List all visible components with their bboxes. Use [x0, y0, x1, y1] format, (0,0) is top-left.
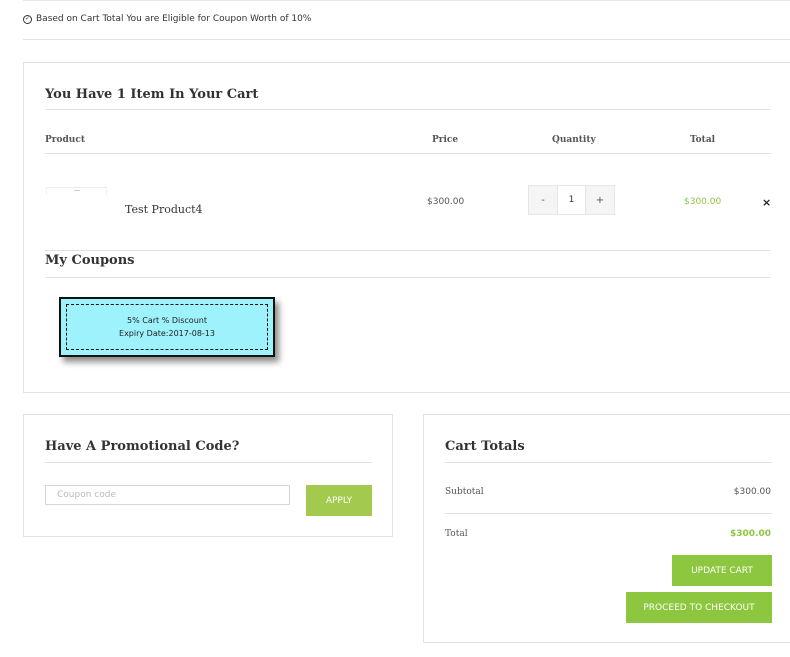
quantity-decrease-button[interactable]: - — [529, 186, 557, 214]
check-circle-icon: ✓ — [23, 14, 32, 24]
promo-title-divider — [45, 462, 372, 463]
top-divider — [23, 0, 790, 1]
coupon-eligibility-notice: ✓ Based on Cart Total You are Eligible f… — [23, 14, 311, 24]
subtotal-value: $300.00 — [733, 487, 771, 497]
product-line-total: $300.00 — [684, 197, 722, 207]
cart-title-divider — [45, 109, 771, 110]
subtotal-divider — [445, 513, 772, 514]
notice-text: Based on Cart Total You are Eligible for… — [36, 14, 312, 24]
cart-totals-panel: Cart Totals Subtotal $300.00 Total $300.… — [423, 414, 790, 643]
quantity-stepper: - 1 + — [528, 185, 615, 215]
product-thumbnail[interactable] — [46, 187, 107, 195]
coupon-code-input[interactable] — [45, 485, 290, 505]
product-name-link[interactable]: Test Product4 — [125, 203, 203, 216]
update-cart-button[interactable]: UPDATE CART — [672, 555, 772, 586]
subtotal-label: Subtotal — [445, 487, 484, 497]
product-price: $300.00 — [427, 197, 465, 207]
remove-item-icon[interactable]: × — [762, 196, 771, 209]
coupon-card[interactable]: 5% Cart % Discount Expiry Date:2017-08-1… — [59, 297, 275, 357]
total-value: $300.00 — [730, 529, 771, 539]
notice-divider — [23, 39, 790, 40]
column-header-quantity: Quantity — [552, 135, 596, 145]
total-label: Total — [445, 529, 468, 539]
quantity-input[interactable]: 1 — [557, 186, 586, 214]
cart-panel: You Have 1 Item In Your Cart Product Pri… — [23, 62, 790, 393]
coupon-card-inner: 5% Cart % Discount Expiry Date:2017-08-1… — [66, 304, 268, 350]
promo-code-title: Have A Promotional Code? — [45, 439, 240, 454]
cart-totals-title: Cart Totals — [445, 439, 525, 454]
items-divider — [45, 250, 771, 251]
column-header-product: Product — [45, 135, 85, 145]
my-coupons-title: My Coupons — [45, 253, 135, 268]
totals-title-divider — [445, 462, 772, 463]
proceed-to-checkout-button[interactable]: PROCEED TO CHECKOUT — [626, 592, 772, 623]
coupon-expiry: Expiry Date:2017-08-13 — [119, 329, 215, 338]
apply-coupon-button[interactable]: APPLY — [306, 485, 372, 516]
header-divider — [45, 153, 771, 154]
cart-title: You Have 1 Item In Your Cart — [45, 87, 259, 102]
column-header-price: Price — [432, 135, 459, 145]
promo-code-panel: Have A Promotional Code? APPLY — [23, 414, 393, 537]
column-header-total: Total — [690, 135, 716, 145]
coupon-name: 5% Cart % Discount — [127, 316, 207, 325]
quantity-increase-button[interactable]: + — [586, 186, 614, 214]
coupons-title-divider — [45, 277, 771, 278]
